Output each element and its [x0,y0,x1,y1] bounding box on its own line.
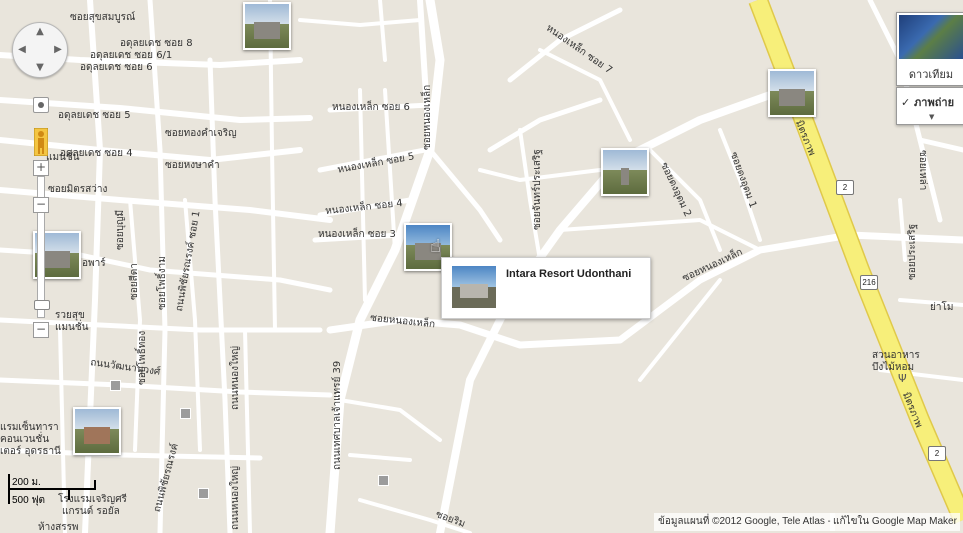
poi-icon [378,475,389,486]
poi-icon [110,380,121,391]
photos-layer-toggle[interactable]: ✓ ภาพถ่าย ▼ [896,87,963,125]
info-photo [452,266,496,308]
map-canvas[interactable]: ซอยสุขสมบูรณ์ อดุลยเดช ซอย 8 อดุลยเดช ซอ… [0,0,963,533]
scale-bar: 200 ม. 500 ฟุต [6,474,98,510]
pan-control-icon[interactable]: ▲ ▼ ◀ ▶ [12,22,68,78]
pan-down-icon[interactable]: ▼ [33,61,47,75]
attribution: ข้อมูลแผนที่ ©2012 Google, Tele Atlas - [654,513,835,531]
street-label: เตอร์ อุดรธานี [0,446,61,457]
street-label: ซอยทองคำเจริญ [165,128,237,139]
photo-marker-icon[interactable] [243,2,291,50]
reset-view-button[interactable] [33,97,49,113]
pan-right-icon[interactable]: ▶ [51,43,65,57]
hand-cursor-icon: ☝ [430,236,441,257]
photo-marker-icon[interactable] [768,69,816,117]
street-label: ถนนเทศบาลเจ้าแทรย์ 39 [332,360,343,470]
chevron-down-icon[interactable]: ▼ [929,113,934,121]
street-label: ซอยมิตรสว่าง [48,184,108,195]
zoom-in-button[interactable]: + [33,160,49,176]
street-label: ซอยโพธิ์งาม [157,256,168,310]
zoom-step-button[interactable]: − [33,197,49,213]
satellite-label: ดาวเทียม [908,68,954,81]
street-label: อดุลยเดช ซอย 5 [58,110,131,121]
street-label: อพาร์ [82,258,106,269]
zoom-out-button[interactable]: − [33,322,49,338]
photos-label: ภาพถ่าย [914,96,955,109]
street-label: ซอยจันทร์ประเสริฐ [532,149,543,230]
street-label: ซอยหงษาคำ [165,160,220,171]
pan-left-icon[interactable]: ◀ [15,43,29,57]
street-label: อดุลยเดช ซอย 6 [80,62,153,73]
street-label: ย่าโม [930,302,954,313]
street-label: หนองเหล็ก ซอย 3 [318,229,396,240]
pan-up-icon[interactable]: ▲ [33,25,47,39]
zoom-handle[interactable] [34,300,50,310]
street-label: ซอยหนองเหล็ก [422,84,433,150]
street-label: ถนนหนองใหญ่ [230,345,241,410]
street-label: แมนชั่น [55,322,89,333]
photo-marker-icon[interactable] [601,148,649,196]
info-window[interactable]: Intara Resort Udonthani [441,257,651,319]
satellite-button[interactable]: ดาวเทียม [896,12,963,86]
street-label: ซอยโพธิ์ทอง [137,330,148,385]
street-label: ถนนหนองใหญ่ [230,465,241,530]
route-shield: 2 [836,180,854,195]
map-maker-link[interactable]: แก้ไขใน Google Map Maker [830,513,960,531]
scale-metric: 200 ม. [12,477,41,488]
check-icon: ✓ [901,96,915,109]
street-label: ซอยสีดา [129,263,140,300]
street-label: บึงไม้หอม [872,362,915,373]
poi-icon [180,408,191,419]
street-label: ซอยเหล่า [917,150,928,191]
street-label: แมนชั่น [46,152,80,163]
restaurant-icon: Ψ [898,372,907,385]
street-label: ซอยบุญมี [115,209,126,250]
pegman-icon[interactable] [33,127,49,157]
scale-imperial: 500 ฟุต [12,495,46,506]
street-label: หนองเหล็ก ซอย 6 [332,102,410,113]
info-title: Intara Resort Udonthani [506,268,632,280]
street-label: ซอยสุขสมบูรณ์ [70,12,136,23]
route-shield: 216 [860,275,878,290]
poi-icon [198,488,209,499]
street-label: ซอยประเสริฐ [907,223,918,280]
route-shield: 2 [928,446,946,461]
satellite-thumbnail [899,15,963,59]
street-label: ห้างสรรพ [38,522,79,533]
photo-marker-icon[interactable] [73,407,121,455]
